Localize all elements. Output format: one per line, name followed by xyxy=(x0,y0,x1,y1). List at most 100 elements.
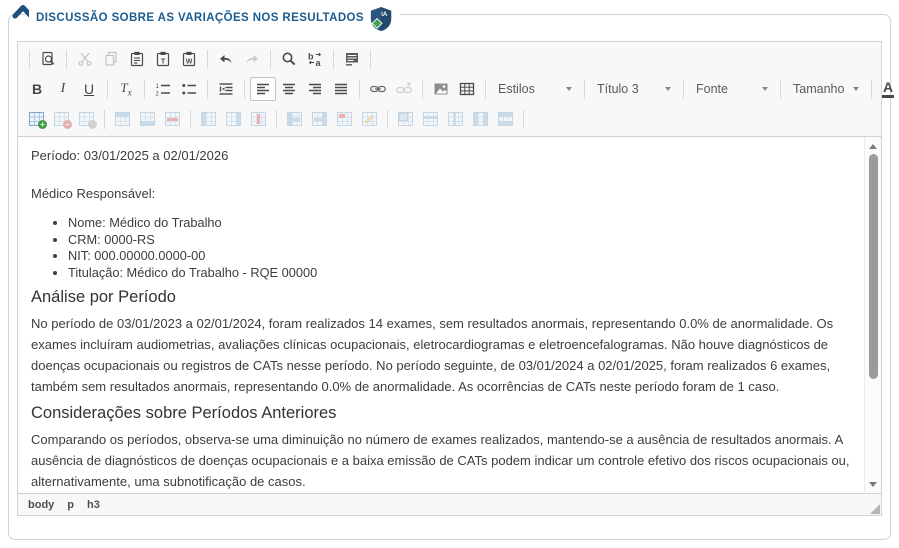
font-dropdown[interactable]: Fonte xyxy=(689,77,775,101)
insert-table-button[interactable]: + xyxy=(28,111,45,127)
toolbar-divider xyxy=(683,80,684,99)
toolbar-divider xyxy=(780,80,781,99)
copy-icon xyxy=(98,47,124,71)
justify-icon[interactable] xyxy=(328,77,354,101)
image-icon[interactable] xyxy=(428,77,454,101)
path-element-p[interactable]: p xyxy=(67,499,74,511)
paste-text-icon[interactable]: T xyxy=(150,47,176,71)
numbered-list-icon[interactable]: 1 2 xyxy=(150,77,176,101)
replace-icon[interactable]: b a xyxy=(302,47,328,71)
paste-icon[interactable] xyxy=(124,47,150,71)
vertical-scrollbar[interactable] xyxy=(864,137,881,493)
element-path-bar: body p h3 xyxy=(18,493,881,515)
remove-format-button[interactable]: Tx xyxy=(113,77,139,101)
find-icon[interactable] xyxy=(276,47,302,71)
merge-cells-button xyxy=(397,111,414,127)
text-color-icon[interactable]: A xyxy=(877,77,899,101)
shield-ia-icon: IA xyxy=(369,6,393,32)
indent-icon[interactable] xyxy=(213,77,239,101)
preview-icon[interactable] xyxy=(35,47,61,71)
discussion-panel: DISCUSSÃO SOBRE AS VARIAÇÕES NOS RESULTA… xyxy=(8,14,891,540)
toolbar-divider xyxy=(207,50,208,69)
insert-column-right-button xyxy=(225,111,242,127)
insert-row-above-button xyxy=(114,111,131,127)
chevron-down-icon xyxy=(566,87,572,91)
toolbar-divider xyxy=(359,80,360,99)
scroll-up-icon[interactable] xyxy=(865,139,881,153)
toolbar-divider xyxy=(584,80,585,99)
toolbar-divider xyxy=(29,50,30,69)
align-left-icon[interactable] xyxy=(250,77,276,101)
merge-cell-down-button xyxy=(447,111,464,127)
svg-text:T: T xyxy=(161,57,166,66)
toolbar-divider xyxy=(144,80,145,99)
align-right-icon[interactable] xyxy=(302,77,328,101)
analysis-paragraph: No período de 03/01/2023 a 02/01/2024, f… xyxy=(31,313,854,397)
chevron-down-icon xyxy=(665,87,671,91)
merge-cell-right-button xyxy=(422,111,439,127)
svg-text:W: W xyxy=(186,59,193,66)
svg-text:1: 1 xyxy=(156,84,160,90)
redo-icon xyxy=(239,47,265,71)
panel-legend: DISCUSSÃO SOBRE AS VARIAÇÕES NOS RESULTA… xyxy=(29,4,400,32)
insert-column-left-button xyxy=(200,111,217,127)
rich-text-editor: T W xyxy=(17,41,882,516)
panel-title: DISCUSSÃO SOBRE AS VARIAÇÕES NOS RESULTA… xyxy=(36,12,364,24)
split-cell-horizontal-button xyxy=(472,111,489,127)
list-item: CRM: 0000-RS xyxy=(68,232,854,249)
toolbar-row-2: B I U Tx 1 2 xyxy=(20,74,879,104)
toolbar-divider xyxy=(66,50,67,69)
cell-properties-button xyxy=(361,111,378,127)
bulleted-list-icon[interactable] xyxy=(176,77,202,101)
delete-column-button xyxy=(250,111,267,127)
list-item: NIT: 000.00000.0000-00 xyxy=(68,248,854,265)
cut-icon xyxy=(72,47,98,71)
scrollbar-thumb[interactable] xyxy=(869,154,878,379)
align-center-icon[interactable] xyxy=(276,77,302,101)
chevron-down-icon xyxy=(853,87,859,91)
underline-button[interactable]: U xyxy=(76,77,102,101)
italic-button[interactable]: I xyxy=(50,77,76,101)
insert-cell-left-button xyxy=(286,111,303,127)
doctor-paragraph: Médico Responsável: xyxy=(31,185,854,203)
paste-word-icon[interactable]: W xyxy=(176,47,202,71)
editor-content-wrap: Período: 03/01/2025 a 02/01/2026 Médico … xyxy=(18,137,881,493)
paragraph-format-dropdown[interactable]: Título 3 xyxy=(590,77,678,101)
toolbar-divider xyxy=(104,110,105,129)
toolbar-divider xyxy=(333,50,334,69)
toolbar-divider xyxy=(276,110,277,129)
styles-dropdown[interactable]: Estilos xyxy=(491,77,579,101)
page: DISCUSSÃO SOBRE AS VARIAÇÕES NOS RESULTA… xyxy=(0,0,899,548)
scroll-down-icon[interactable] xyxy=(865,477,881,491)
table-properties-button xyxy=(78,111,95,127)
resize-handle[interactable] xyxy=(870,504,880,514)
toolbar-divider xyxy=(190,110,191,129)
toolbar-divider xyxy=(270,50,271,69)
insert-cell-right-button xyxy=(311,111,328,127)
link-icon[interactable] xyxy=(365,77,391,101)
list-item: Titulação: Médico do Trabalho - RQE 0000… xyxy=(68,265,854,282)
toolbar-divider xyxy=(387,110,388,129)
svg-text:a: a xyxy=(316,58,322,67)
toolbar-divider xyxy=(107,80,108,99)
toolbar-row-1: T W xyxy=(20,44,879,74)
split-cell-vertical-button xyxy=(497,111,514,127)
period-paragraph: Período: 03/01/2025 a 02/01/2026 xyxy=(31,147,854,165)
toolbar-row-3: + − xyxy=(20,104,879,134)
analysis-heading: Análise por Período xyxy=(31,287,854,307)
font-size-dropdown[interactable]: Tamanho xyxy=(786,77,866,101)
bold-button[interactable]: B xyxy=(24,77,50,101)
table-icon[interactable] xyxy=(454,77,480,101)
select-all-icon[interactable] xyxy=(339,47,365,71)
delete-cell-button xyxy=(336,111,353,127)
toolbar-divider xyxy=(244,80,245,99)
path-element-h3[interactable]: h3 xyxy=(87,499,100,511)
toolbar-divider xyxy=(207,80,208,99)
doctor-list: Nome: Médico do Trabalho CRM: 0000-RS NI… xyxy=(31,215,854,281)
list-item: Nome: Médico do Trabalho xyxy=(68,215,854,232)
undo-icon[interactable] xyxy=(213,47,239,71)
editor-content[interactable]: Período: 03/01/2025 a 02/01/2026 Médico … xyxy=(18,137,864,493)
path-element-body[interactable]: body xyxy=(28,499,54,511)
delete-table-button: − xyxy=(53,111,70,127)
toolbar-divider xyxy=(485,80,486,99)
